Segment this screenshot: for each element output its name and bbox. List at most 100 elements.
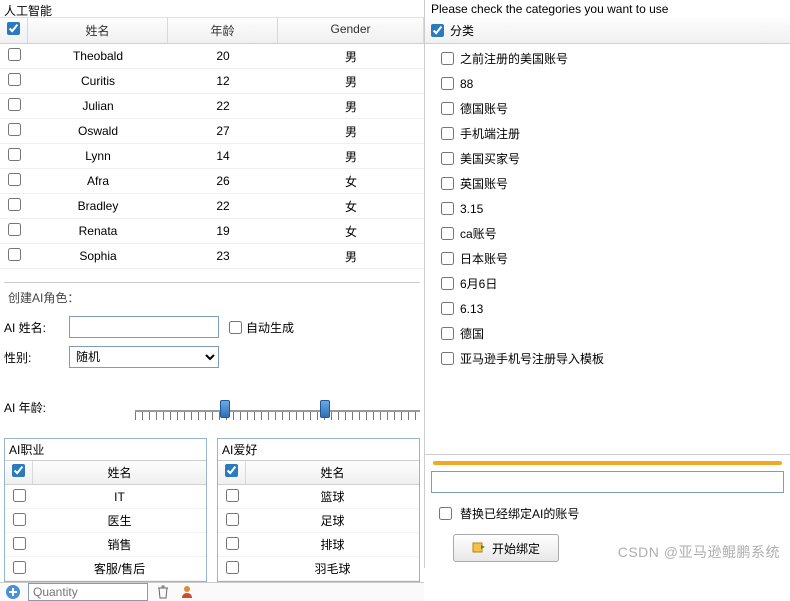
category-item[interactable]: 亚马逊手机号注册导入模板 xyxy=(425,346,790,371)
list-item[interactable]: 客服/售后 xyxy=(5,557,206,581)
main-grid-body[interactable]: Theobald20男Curitis12男Julian22男Oswald27男L… xyxy=(0,44,424,278)
cell-name: 排球 xyxy=(246,536,419,553)
category-item[interactable]: 88 xyxy=(425,71,790,96)
slider-thumb-min[interactable] xyxy=(220,400,230,418)
row-checkbox[interactable] xyxy=(13,489,26,502)
cell-age: 19 xyxy=(168,224,278,238)
table-row[interactable]: Julian22男 xyxy=(0,94,424,119)
category-checkbox[interactable] xyxy=(441,252,454,265)
category-label: 亚马逊手机号注册导入模板 xyxy=(460,350,604,367)
job-grid-body[interactable]: IT医生销售客服/售后 xyxy=(5,485,206,581)
user-icon[interactable] xyxy=(178,583,196,601)
category-item[interactable]: 德国 xyxy=(425,321,790,346)
row-checkbox[interactable] xyxy=(13,561,26,574)
account-combo[interactable] xyxy=(431,471,784,493)
category-checkbox[interactable] xyxy=(441,277,454,290)
row-checkbox[interactable] xyxy=(226,537,239,550)
category-item[interactable]: 英国账号 xyxy=(425,171,790,196)
list-item[interactable]: 医生 xyxy=(5,509,206,533)
cell-name: Afra xyxy=(28,174,168,188)
table-row[interactable]: Oswald27男 xyxy=(0,119,424,144)
category-body[interactable]: 之前注册的美国账号88德国账号手机端注册美国买家号英国账号 3.15ca账号日本账… xyxy=(425,44,790,454)
cell-gender: 男 xyxy=(278,248,424,265)
ai-age-slider[interactable] xyxy=(135,394,420,424)
table-row[interactable]: Curitis12男 xyxy=(0,69,424,94)
job-select-all[interactable] xyxy=(12,464,25,477)
category-item[interactable]: 之前注册的美国账号 xyxy=(425,46,790,71)
table-row[interactable]: Lynn14男 xyxy=(0,144,424,169)
category-checkbox[interactable] xyxy=(441,52,454,65)
row-checkbox[interactable] xyxy=(8,148,21,161)
ai-name-label: AI 姓名: xyxy=(4,319,59,336)
col-name[interactable]: 姓名 xyxy=(28,18,168,43)
table-row[interactable]: Bradley22女 xyxy=(0,194,424,219)
category-checkbox[interactable] xyxy=(441,102,454,115)
category-checkbox[interactable] xyxy=(441,352,454,365)
category-item[interactable]: 手机端注册 xyxy=(425,121,790,146)
hobby-grid-body[interactable]: 篮球足球排球羽毛球 xyxy=(218,485,419,581)
category-checkbox[interactable] xyxy=(441,77,454,90)
row-checkbox[interactable] xyxy=(226,489,239,502)
row-checkbox[interactable] xyxy=(13,537,26,550)
category-item[interactable]: 6月6日 xyxy=(425,271,790,296)
row-checkbox[interactable] xyxy=(8,223,21,236)
category-item[interactable]: 德国账号 xyxy=(425,96,790,121)
row-checkbox[interactable] xyxy=(8,248,21,261)
category-checkbox[interactable] xyxy=(441,302,454,315)
job-col-name[interactable]: 姓名 xyxy=(33,461,206,484)
category-item[interactable]: 3.15 xyxy=(425,196,790,221)
row-checkbox[interactable] xyxy=(8,73,21,86)
slider-thumb-max[interactable] xyxy=(320,400,330,418)
category-checkbox[interactable] xyxy=(441,152,454,165)
list-item[interactable]: 篮球 xyxy=(218,485,419,509)
row-checkbox[interactable] xyxy=(8,123,21,136)
list-item[interactable]: 羽毛球 xyxy=(218,557,419,581)
cell-age: 22 xyxy=(168,99,278,113)
delete-icon[interactable] xyxy=(154,583,172,601)
list-item[interactable]: 销售 xyxy=(5,533,206,557)
list-item[interactable]: IT xyxy=(5,485,206,509)
category-checkbox[interactable] xyxy=(441,327,454,340)
row-checkbox[interactable] xyxy=(8,48,21,61)
quantity-input[interactable] xyxy=(28,583,148,601)
table-row[interactable]: Sophia23男 xyxy=(0,244,424,269)
table-row[interactable]: Renata19女 xyxy=(0,219,424,244)
category-label: 日本账号 xyxy=(460,250,508,267)
job-grid: AI职业 姓名 IT医生销售客服/售后 xyxy=(4,438,207,582)
row-checkbox[interactable] xyxy=(13,513,26,526)
row-checkbox[interactable] xyxy=(226,561,239,574)
replace-ai-checkbox[interactable] xyxy=(439,507,452,520)
col-age[interactable]: 年龄 xyxy=(168,18,278,43)
category-checkbox[interactable] xyxy=(441,227,454,240)
category-label: 英国账号 xyxy=(460,175,508,192)
list-item[interactable]: 足球 xyxy=(218,509,419,533)
auto-generate-checkbox[interactable] xyxy=(229,321,242,334)
category-checkbox[interactable] xyxy=(441,202,454,215)
category-checkbox[interactable] xyxy=(441,177,454,190)
category-select-all[interactable] xyxy=(431,24,444,37)
category-item[interactable]: 美国买家号 xyxy=(425,146,790,171)
ai-name-input[interactable] xyxy=(69,316,219,338)
hobby-select-all[interactable] xyxy=(225,464,238,477)
add-icon[interactable] xyxy=(4,583,22,601)
gender-select[interactable]: 随机 xyxy=(69,346,219,368)
cell-gender: 男 xyxy=(278,73,424,90)
hobby-col-name[interactable]: 姓名 xyxy=(246,461,419,484)
main-grid-select-all[interactable] xyxy=(7,22,20,35)
row-checkbox[interactable] xyxy=(8,198,21,211)
table-row[interactable]: Afra26女 xyxy=(0,169,424,194)
bottom-toolbar xyxy=(0,582,424,601)
list-item[interactable]: 排球 xyxy=(218,533,419,557)
category-item[interactable]: 6.13 xyxy=(425,296,790,321)
table-row[interactable]: Theobald20男 xyxy=(0,44,424,69)
start-bind-button[interactable]: 开始绑定 xyxy=(453,534,559,562)
row-checkbox[interactable] xyxy=(8,98,21,111)
col-gender[interactable]: Gender xyxy=(278,18,424,43)
category-checkbox[interactable] xyxy=(441,127,454,140)
row-checkbox[interactable] xyxy=(8,173,21,186)
cell-name: Lynn xyxy=(28,149,168,163)
cell-age: 20 xyxy=(168,49,278,63)
category-item[interactable]: ca账号 xyxy=(425,221,790,246)
category-item[interactable]: 日本账号 xyxy=(425,246,790,271)
row-checkbox[interactable] xyxy=(226,513,239,526)
